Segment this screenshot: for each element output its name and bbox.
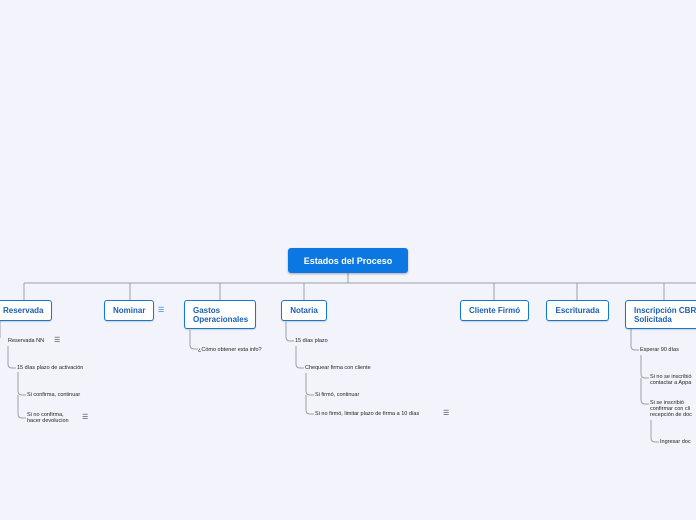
- mind-map-canvas: Estados del Proceso Reservada Reservada …: [0, 0, 696, 520]
- branch-label: Escriturada: [555, 306, 600, 315]
- branch-node-gastos-operacionales[interactable]: Gastos Operacionales: [184, 300, 256, 329]
- leaf-reservada-nn[interactable]: Reservada NN: [8, 338, 44, 344]
- leaf-si-no-firmo[interactable]: Si no firmó, limitar plazo de firma a 10…: [315, 411, 419, 417]
- leaf-como-obtener-info[interactable]: ¿Cómo obtener esta info?: [198, 347, 262, 353]
- branch-node-cliente-firmo[interactable]: Cliente Firmó: [460, 300, 529, 321]
- branch-node-escriturada[interactable]: Escriturada: [546, 300, 609, 321]
- branch-label-line2: Solicitada: [634, 315, 672, 324]
- leaf-si-firmo[interactable]: Si firmó, continuar: [315, 392, 359, 398]
- notes-icon[interactable]: ☰: [443, 410, 449, 417]
- notes-icon[interactable]: ☰: [54, 337, 60, 344]
- branch-node-notaria[interactable]: Notaria: [281, 300, 327, 321]
- branch-node-nominar[interactable]: Nominar: [104, 300, 154, 321]
- leaf-si-no-se-inscribio[interactable]: Si no se inscribió contactar a Appa: [650, 374, 692, 386]
- leaf-chequear-firma[interactable]: Chequear firma con cliente: [305, 365, 371, 371]
- root-node[interactable]: Estados del Proceso: [288, 248, 408, 273]
- branch-label-line2: Operacionales: [193, 315, 249, 324]
- notes-icon[interactable]: ☰: [158, 307, 164, 314]
- branch-label: Reservada: [3, 306, 44, 315]
- branch-node-reservada[interactable]: Reservada: [0, 300, 53, 321]
- leaf-si-se-inscribio[interactable]: Si se inscribió confirmar con cli recepc…: [650, 400, 692, 418]
- leaf-esperar-90-dias[interactable]: Esperar 90 días: [640, 347, 679, 353]
- branch-label: Cliente Firmó: [469, 306, 521, 315]
- branch-label: Notaria: [290, 306, 318, 315]
- branch-label: Nominar: [113, 306, 146, 315]
- leaf-15-dias-activacion[interactable]: 15 días plazo de activación: [17, 365, 83, 371]
- branch-label-line1: Gastos: [193, 306, 221, 315]
- branch-label-line1: Inscripción CBR: [634, 306, 696, 315]
- branch-node-inscripcion-cbr[interactable]: Inscripción CBR Solicitada: [625, 300, 696, 329]
- root-node-label: Estados del Proceso: [303, 255, 393, 266]
- leaf-15-dias-plazo[interactable]: 15 días plazo: [295, 338, 328, 344]
- leaf-si-no-confirma[interactable]: Si no confirma, hacer devolucion: [27, 412, 69, 424]
- leaf-si-confirma[interactable]: Si confirma, continuar: [27, 392, 80, 398]
- leaf-ingresar-doc[interactable]: Ingresar doc: [660, 439, 691, 445]
- notes-icon[interactable]: ☰: [82, 414, 88, 421]
